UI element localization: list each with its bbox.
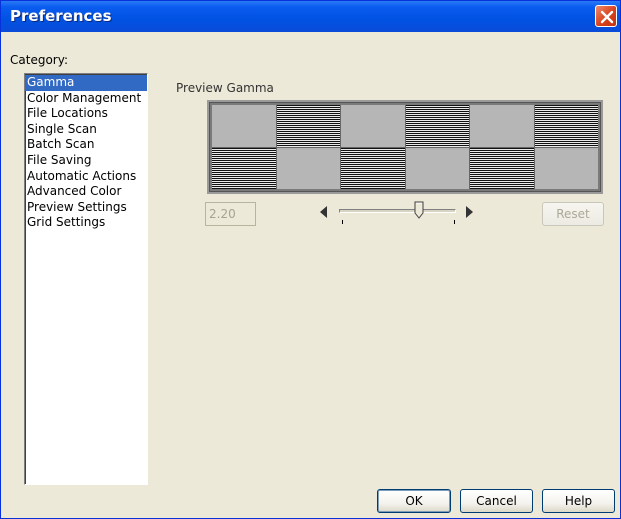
arrow-left-icon[interactable] [320, 206, 328, 218]
gamma-patch-solid [276, 147, 340, 189]
cancel-button[interactable]: Cancel [460, 489, 533, 513]
gamma-patch-lines [341, 147, 405, 189]
title-bar[interactable]: Preferences [1, 1, 620, 32]
gamma-patch-lines [470, 147, 534, 189]
slider-tick [342, 220, 343, 224]
category-item-automatic-actions[interactable]: Automatic Actions [25, 169, 147, 185]
slider-tick [454, 220, 455, 224]
gamma-patch-lines [534, 105, 598, 147]
category-item-gamma[interactable]: Gamma [25, 75, 147, 91]
gamma-patch-solid [212, 105, 276, 147]
category-label: Category: [10, 53, 68, 67]
gamma-slider-track[interactable] [339, 209, 456, 213]
gamma-value-field[interactable]: 2.20 [205, 202, 256, 226]
category-item-file-saving[interactable]: File Saving [25, 153, 147, 169]
help-button[interactable]: Help [542, 489, 615, 513]
category-item-preview-settings[interactable]: Preview Settings [25, 200, 147, 216]
window-title: Preferences [10, 7, 112, 25]
category-list[interactable]: Gamma Color Management File Locations Si… [24, 73, 148, 485]
gamma-patch-solid [470, 105, 534, 147]
reset-button[interactable]: Reset [542, 202, 604, 226]
category-item-single-scan[interactable]: Single Scan [25, 122, 147, 138]
category-item-grid-settings[interactable]: Grid Settings [25, 215, 147, 231]
gamma-patch-solid [534, 147, 598, 189]
close-icon [600, 10, 614, 24]
category-item-batch-scan[interactable]: Batch Scan [25, 137, 147, 153]
gamma-patch-lines [276, 105, 340, 147]
category-item-color-management[interactable]: Color Management [25, 91, 147, 107]
gamma-patch-solid [405, 147, 469, 189]
ok-button[interactable]: OK [377, 489, 451, 513]
preferences-window: Preferences Category: Gamma Color Manage… [0, 0, 621, 519]
gamma-preview-image [207, 100, 603, 194]
arrow-right-icon[interactable] [465, 206, 473, 218]
gamma-patch-solid [341, 105, 405, 147]
slider-thumb-icon[interactable] [414, 201, 424, 219]
category-item-advanced-color[interactable]: Advanced Color [25, 184, 147, 200]
gamma-patch-lines [212, 147, 276, 189]
preview-gamma-label: Preview Gamma [176, 81, 274, 95]
gamma-patch-lines [405, 105, 469, 147]
category-item-file-locations[interactable]: File Locations [25, 106, 147, 122]
close-button[interactable] [595, 5, 617, 27]
